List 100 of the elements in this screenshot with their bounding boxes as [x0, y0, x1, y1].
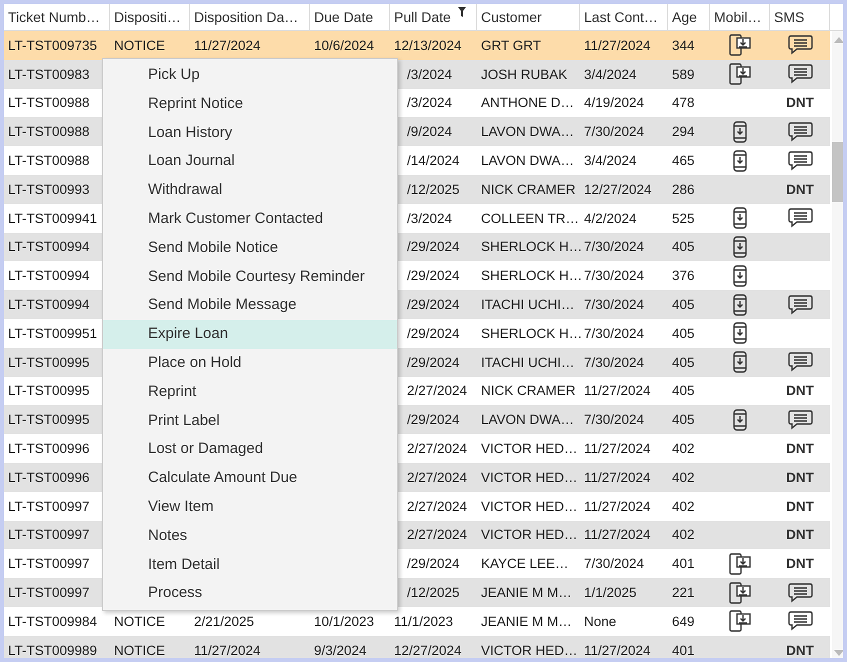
column-header[interactable]: Disposition Da…	[190, 4, 310, 30]
table-cell: 2/27/2024	[407, 498, 468, 514]
menu-item[interactable]: Mark Customer Contacted	[103, 204, 397, 234]
table-cell: JEANIE M M…	[481, 585, 572, 600]
table-row[interactable]: LT-TST009989 NOTICE 11/27/2024 9/3/2024 12/27/2024 VICTOR HED… 11/27/2024 401 DNT	[4, 636, 830, 658]
table-cell: /9/2024	[407, 124, 452, 140]
menu-item[interactable]: Reprint Notice	[103, 90, 397, 119]
table-cell: 2/27/2024	[407, 383, 468, 398]
table-cell: 7/30/2024	[584, 556, 644, 572]
table-cell: 405	[672, 412, 695, 428]
table-cell: LT-TST00988	[8, 124, 90, 140]
column-header[interactable]: Customer	[477, 4, 580, 30]
table-cell: LT-TST00997	[8, 585, 90, 600]
table-cell: 11/27/2024	[584, 383, 651, 398]
table-cell: LT-TST009989	[8, 642, 98, 658]
table-cell: 402	[672, 498, 695, 514]
table-cell: LT-TST00997	[8, 527, 90, 542]
table-cell: 3/4/2024	[584, 66, 637, 82]
table-cell: 7/30/2024	[584, 326, 644, 341]
table-cell: 402	[672, 441, 695, 456]
table-cell: LAVON DWA…	[481, 412, 574, 428]
column-header[interactable]: Due Date	[310, 4, 390, 30]
table-cell: 1/1/2025	[584, 585, 637, 600]
table-cell: LT-TST00995	[8, 412, 90, 428]
column-header[interactable]: Dispositi…	[110, 4, 190, 30]
menu-item[interactable]: Notes	[103, 522, 397, 551]
table-cell: VICTOR HED…	[481, 470, 578, 485]
column-header[interactable]: Mobil…	[710, 4, 770, 30]
table-cell: 11/27/2024	[584, 38, 651, 53]
column-header[interactable]: SMS	[770, 4, 830, 30]
menu-item[interactable]: Process	[103, 579, 397, 608]
message-icon	[788, 35, 812, 56]
table-cell: LT-TST009984	[8, 614, 98, 629]
column-header[interactable]: Age	[668, 4, 710, 30]
tablet-download-icon	[728, 62, 752, 86]
table-cell: /29/2024	[407, 297, 460, 312]
column-header[interactable]: Pull Date	[390, 4, 477, 30]
message-icon	[788, 150, 812, 171]
menu-item[interactable]: Send Mobile Notice	[103, 234, 397, 263]
table-cell: JEANIE M M…	[481, 614, 572, 629]
table-row[interactable]: LT-TST009735 NOTICE 11/27/2024 10/6/2024 12/13/2024 GRT GRT 11/27/2024 344	[4, 31, 830, 60]
scroll-thumb[interactable]	[832, 142, 843, 202]
menu-item[interactable]: Send Mobile Courtesy Reminder	[103, 262, 397, 292]
table-cell: KAYCE LEE…	[481, 556, 569, 572]
table-cell: /29/2024	[407, 354, 460, 370]
table-cell: LT-TST00994	[8, 297, 90, 312]
message-icon	[788, 611, 812, 632]
table-cell: DNT	[786, 556, 814, 572]
menu-item[interactable]: Loan Journal	[103, 147, 397, 176]
scrollbar[interactable]	[832, 31, 843, 658]
table-cell: LT-TST00983	[8, 66, 90, 82]
table-cell: None	[584, 614, 616, 629]
table-cell: /3/2024	[407, 95, 452, 110]
menu-item[interactable]: Reprint	[103, 378, 397, 407]
table-cell: SHERLOCK H…	[481, 326, 582, 341]
menu-item[interactable]: Loan History	[103, 118, 397, 148]
phone-download-icon	[732, 294, 748, 316]
table-cell: 4/2/2024	[584, 210, 637, 226]
menu-item[interactable]: Expire Loan	[103, 320, 397, 349]
tablet-download-icon	[728, 552, 752, 576]
table-cell: ITACHI UCHI…	[481, 354, 574, 370]
table-cell: DNT	[786, 383, 814, 398]
scroll-down-icon[interactable]	[834, 650, 843, 656]
menu-item[interactable]: Lost or Damaged	[103, 435, 397, 464]
table-cell: 649	[672, 614, 695, 629]
menu-item[interactable]: View Item	[103, 492, 397, 522]
table-cell: LAVON DWA…	[481, 124, 574, 140]
table-cell: 478	[672, 95, 695, 110]
table-cell: 4/19/2024	[584, 95, 644, 110]
menu-item[interactable]: Item Detail	[103, 550, 397, 580]
table-cell: VICTOR HED…	[481, 498, 578, 514]
menu-item[interactable]: Send Mobile Message	[103, 291, 397, 320]
menu-item[interactable]: Calculate Amount Due	[103, 464, 397, 493]
table-cell: 11/27/2024	[584, 498, 651, 514]
table-cell: SHERLOCK H…	[481, 268, 582, 284]
table-cell: 12/27/2024	[394, 642, 462, 658]
table-cell: 7/30/2024	[584, 268, 644, 284]
column-header[interactable]: Last Cont…	[580, 4, 668, 30]
table-cell: 7/30/2024	[584, 124, 644, 140]
table-cell: LT-TST00996	[8, 441, 90, 456]
table-cell: GRT GRT	[481, 38, 542, 53]
menu-item[interactable]: Pick Up	[103, 61, 397, 90]
scroll-up-icon[interactable]	[834, 37, 843, 43]
table-cell: DNT	[786, 95, 814, 110]
table-cell: /12/2025	[407, 585, 460, 600]
table-cell: 589	[672, 66, 695, 82]
menu-item[interactable]: Withdrawal	[103, 176, 397, 205]
column-header[interactable]: Ticket Numb…	[4, 4, 110, 30]
table-cell: LT-TST009735	[8, 38, 98, 53]
table-cell: 7/30/2024	[584, 297, 644, 312]
table-cell: 405	[672, 297, 695, 312]
phone-download-icon	[732, 207, 748, 230]
tablet-download-icon	[728, 33, 752, 58]
table-cell: DNT	[786, 182, 814, 197]
table-cell: LT-TST00988	[8, 153, 90, 168]
menu-item[interactable]: Place on Hold	[103, 348, 397, 378]
table-cell: LT-TST00995	[8, 354, 90, 370]
menu-item[interactable]: Print Label	[103, 406, 397, 436]
table-cell: DNT	[786, 498, 814, 514]
table-cell: /3/2024	[407, 210, 452, 226]
